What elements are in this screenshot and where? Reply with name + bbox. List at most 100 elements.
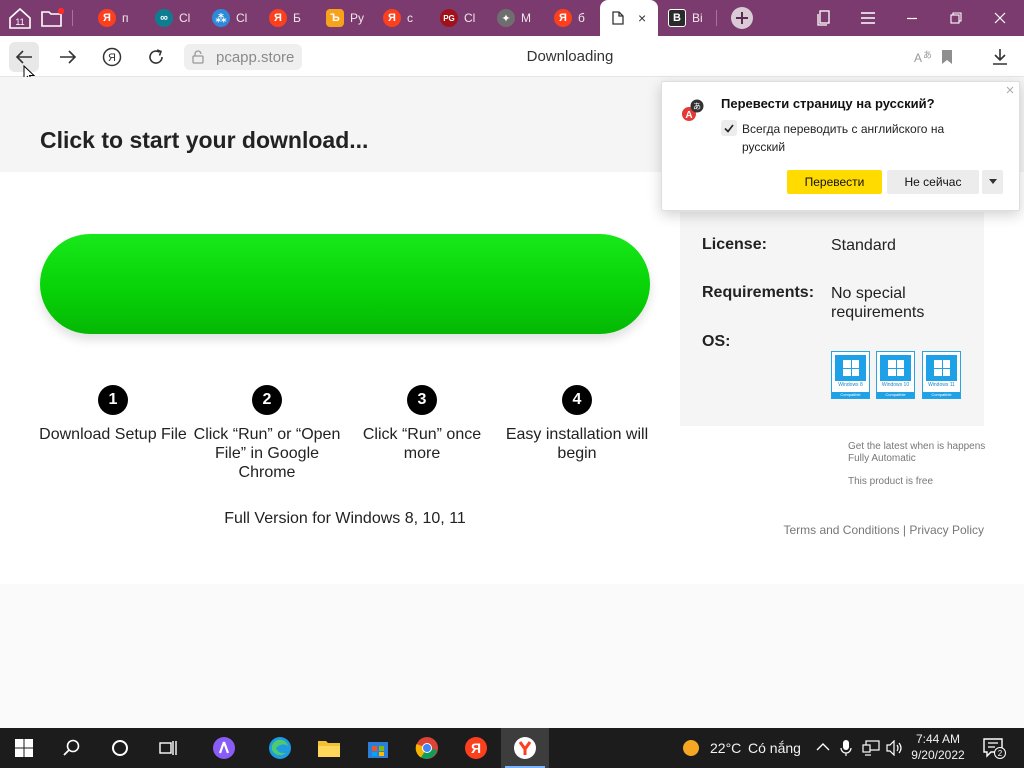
pg-icon: PG <box>440 9 458 27</box>
download-button[interactable] <box>40 234 650 334</box>
yandex-icon: Я <box>554 9 572 27</box>
yandex-icon: Я <box>98 9 116 27</box>
tab-title: п <box>122 11 129 25</box>
bookmark-button[interactable] <box>932 42 962 72</box>
always-translate-checkbox[interactable] <box>721 120 737 136</box>
windows-8-badge: Windows 8 Compatible <box>831 351 870 399</box>
home-tabs-button[interactable]: 11 <box>6 4 34 32</box>
edge-button[interactable] <box>256 728 304 768</box>
forward-button[interactable] <box>53 42 83 72</box>
home-icon: 11 <box>9 7 31 29</box>
translate-options-button[interactable] <box>982 170 1003 194</box>
close-window-button[interactable] <box>978 0 1022 36</box>
store-button[interactable] <box>354 728 402 768</box>
downloads-button[interactable] <box>985 42 1015 72</box>
browser-tab[interactable]: Я с <box>375 4 429 32</box>
license-label: License: <box>702 236 767 253</box>
step-2: 2 Click “Run” or “Open File” in Google C… <box>192 385 342 482</box>
step-text: Click “Run” or “Open File” in Google Chr… <box>193 426 341 481</box>
collections-button[interactable] <box>802 0 846 36</box>
privacy-link[interactable]: Privacy Policy <box>909 523 984 537</box>
windows-logo-icon <box>926 355 957 381</box>
close-tab-icon[interactable]: × <box>638 10 646 26</box>
address-bar[interactable]: pcapp.store <box>184 44 303 70</box>
tab-title: Б <box>293 11 301 25</box>
search-button[interactable] <box>48 728 96 768</box>
badge-compatible: Compatible <box>832 392 869 398</box>
yandex-browser-icon <box>514 737 536 759</box>
tab-title: Cl <box>179 11 191 25</box>
close-icon <box>994 12 1006 24</box>
cortana-button[interactable] <box>96 728 144 768</box>
chevron-up-icon[interactable] <box>816 742 830 752</box>
browser-tab[interactable]: Я п <box>90 4 144 32</box>
tab-title: Ру <box>350 11 364 25</box>
temperature[interactable]: 22°C <box>710 740 741 756</box>
chrome-button[interactable] <box>403 728 451 768</box>
step-number: 2 <box>252 385 282 415</box>
browser-tab[interactable]: Я Б <box>261 4 315 32</box>
requirements-value: No special requirements <box>831 285 925 321</box>
translate-title: Перевести страницу на русский? <box>721 96 935 111</box>
always-translate-label[interactable]: Всегда переводить с английского на русск… <box>742 120 972 156</box>
translate-button[interactable]: Перевести <box>787 170 882 194</box>
menu-button[interactable] <box>846 0 890 36</box>
volume-icon[interactable] <box>886 740 904 756</box>
browser-tab[interactable]: ✦ M <box>489 4 543 32</box>
new-tab-button[interactable] <box>728 4 756 32</box>
chevron-down-icon <box>988 179 997 184</box>
step-number: 3 <box>407 385 437 415</box>
active-tab[interactable]: × <box>600 0 658 36</box>
lock-icon[interactable] <box>190 49 206 65</box>
network-icon[interactable] <box>862 740 880 756</box>
translate-logo-icon: A あ <box>682 99 704 121</box>
yandex-browser-button[interactable] <box>501 728 549 768</box>
windows-11-badge: Windows 11 Compatible <box>922 351 961 399</box>
tab-title: Bi <box>692 11 703 25</box>
step-text: Download Setup File <box>39 426 187 443</box>
weather-text[interactable]: Có nắng <box>748 740 801 756</box>
new-folder-tab-button[interactable] <box>38 4 66 32</box>
tab-title: M <box>521 11 531 25</box>
step-1: 1 Download Setup File <box>38 385 188 444</box>
bookmark-icon <box>942 50 952 64</box>
yandex-icon: Я <box>383 9 401 27</box>
browser-tab[interactable]: ∞ Cl <box>147 4 201 32</box>
not-now-button[interactable]: Не сейчас <box>887 170 979 194</box>
gear-logo-icon: ✦ <box>497 9 515 27</box>
browser-tab[interactable]: Ъ Ру <box>318 4 372 32</box>
clock[interactable]: 7:44 AM 9/20/2022 <box>904 731 972 763</box>
windows-logo-icon <box>835 355 866 381</box>
browser-tab[interactable]: B Bi <box>660 4 714 32</box>
notification-center-button[interactable]: 2 <box>976 732 1012 764</box>
search-icon <box>63 739 80 756</box>
step-number: 4 <box>562 385 592 415</box>
browser-tab[interactable]: ⁂ Cl <box>204 4 258 32</box>
folder-icon <box>318 741 340 757</box>
cortana-icon <box>112 740 128 756</box>
start-button[interactable] <box>0 728 48 768</box>
alice-button[interactable] <box>200 728 248 768</box>
yandex-icon: Я <box>269 9 287 27</box>
url-text[interactable]: pcapp.store <box>216 49 294 66</box>
task-view-button[interactable] <box>144 728 192 768</box>
browser-tab[interactable]: Я б <box>546 4 600 32</box>
restore-button[interactable] <box>934 0 978 36</box>
yandex-app-button[interactable]: Я <box>452 728 500 768</box>
note-latest: Get the latest when is happens <box>848 441 986 452</box>
terms-link[interactable]: Terms and Conditions <box>783 523 899 537</box>
microphone-icon[interactable] <box>840 739 852 757</box>
tab-title: б <box>578 11 585 25</box>
badge-compatible: Compatible <box>923 392 960 398</box>
browser-tab[interactable]: PG Cl <box>432 4 486 32</box>
yandex-button[interactable]: Я <box>97 42 127 72</box>
legal-links: Terms and Conditions | Privacy Policy <box>700 523 984 537</box>
minimize-button[interactable] <box>890 0 934 36</box>
collections-icon <box>817 10 830 26</box>
tab-strip: 11 Я п ∞ Cl ⁂ Cl Я Б Ъ Ру Я с PG Cl ✦ M <box>0 0 1024 36</box>
close-popup-icon[interactable] <box>1004 84 1016 96</box>
app-icon: ⁂ <box>212 9 230 27</box>
reload-button[interactable] <box>141 42 171 72</box>
file-explorer-button[interactable] <box>305 728 353 768</box>
b-site-icon: B <box>668 9 686 27</box>
